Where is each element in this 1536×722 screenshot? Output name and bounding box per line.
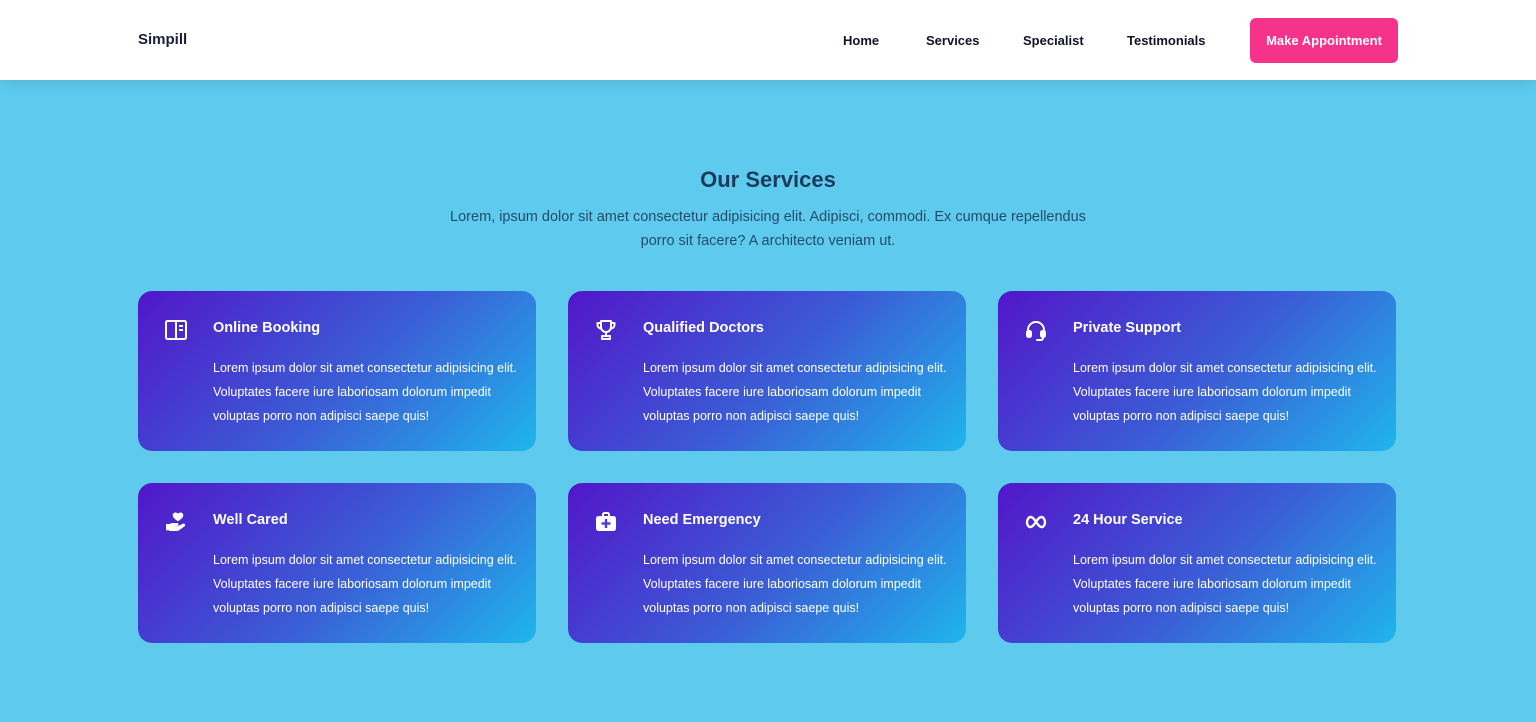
- service-title: 24 Hour Service: [1073, 512, 1183, 528]
- service-description: Lorem ipsum dolor sit amet consectetur a…: [213, 361, 517, 423]
- service-description: Lorem ipsum dolor sit amet consectetur a…: [1073, 361, 1377, 423]
- service-title: Well Cared: [213, 512, 288, 528]
- section-description: Lorem, ipsum dolor sit amet consectetur …: [450, 209, 1086, 249]
- service-description: Lorem ipsum dolor sit amet consectetur a…: [213, 553, 517, 615]
- nav-link-services[interactable]: Services: [926, 33, 980, 48]
- service-description: Lorem ipsum dolor sit amet consectetur a…: [643, 361, 947, 423]
- book-open-icon: [162, 316, 190, 344]
- services-grid: Online Booking Lorem ipsum dolor sit ame…: [138, 291, 1398, 643]
- nav-link-home[interactable]: Home: [843, 33, 879, 48]
- service-card-24-hour-service[interactable]: 24 Hour Service Lorem ipsum dolor sit am…: [998, 483, 1396, 643]
- service-description: Lorem ipsum dolor sit amet consectetur a…: [643, 553, 947, 615]
- service-card-online-booking[interactable]: Online Booking Lorem ipsum dolor sit ame…: [138, 291, 536, 451]
- service-title: Need Emergency: [643, 512, 761, 528]
- service-card-need-emergency[interactable]: Need Emergency Lorem ipsum dolor sit ame…: [568, 483, 966, 643]
- section-title: Our Services: [700, 167, 836, 192]
- headset-icon: [1022, 316, 1050, 344]
- service-card-qualified-doctors[interactable]: Qualified Doctors Lorem ipsum dolor sit …: [568, 291, 966, 451]
- service-card-private-support[interactable]: Private Support Lorem ipsum dolor sit am…: [998, 291, 1396, 451]
- nav-link-specialist[interactable]: Specialist: [1023, 33, 1084, 48]
- hand-heart-icon: [162, 508, 190, 536]
- infinity-icon: [1022, 508, 1050, 536]
- nav-link-testimonials[interactable]: Testimonials: [1127, 33, 1206, 48]
- service-card-well-cared[interactable]: Well Cared Lorem ipsum dolor sit amet co…: [138, 483, 536, 643]
- service-title: Online Booking: [213, 320, 321, 336]
- navbar: Simpill Home Services Specialist Testimo…: [0, 0, 1536, 80]
- make-appointment-button[interactable]: Make Appointment: [1250, 18, 1398, 63]
- service-title: Private Support: [1073, 320, 1181, 336]
- service-description: Lorem ipsum dolor sit amet consectetur a…: [1073, 553, 1377, 615]
- trophy-icon: [592, 316, 620, 344]
- medical-kit-icon: [592, 508, 620, 536]
- service-title: Qualified Doctors: [643, 320, 764, 336]
